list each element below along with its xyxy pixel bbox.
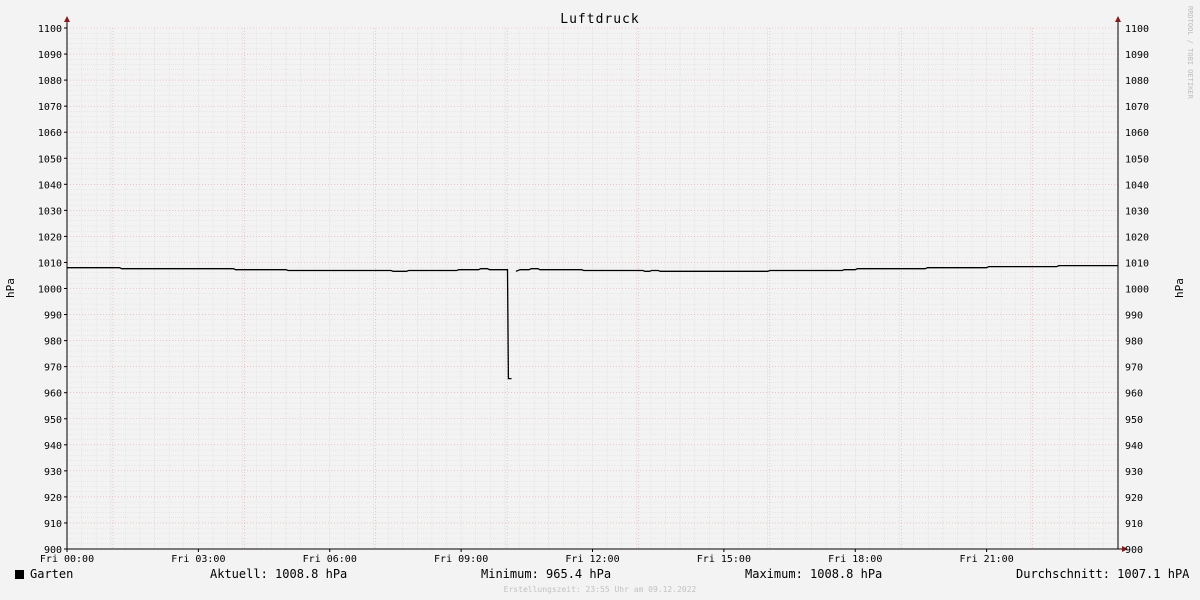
y-tick-label-left: 910 — [44, 519, 62, 530]
y-tick-label-right: 1100 — [1125, 24, 1149, 35]
y-tick-label-right: 1060 — [1125, 128, 1149, 139]
y-tick-label-left: 970 — [44, 363, 62, 374]
footer-timestamp: Erstellungszeit: 23:55 Uhr am 09.12.2022 — [503, 585, 697, 594]
y-tick-label-right: 1020 — [1125, 232, 1149, 243]
y-tick-label-left: 1060 — [38, 128, 62, 139]
x-tick-labels: Fri 00:00 Fri 03:00 Fri 06:00 Fri 09:00 Fri … — [40, 554, 1014, 565]
legend-series-name: Garten — [30, 567, 74, 581]
y-tick-label-left: 1030 — [38, 206, 62, 217]
y-axis-arrow-right — [1115, 16, 1121, 22]
y-tick-label-right: 980 — [1125, 337, 1143, 348]
y-tick-label-right: 940 — [1125, 441, 1143, 452]
x-tick-label: Fri 09:00 — [434, 554, 488, 565]
y-axis-label-right: hPa — [1173, 278, 1186, 298]
chart-title: Luftdruck — [560, 12, 639, 27]
watermark: RRDTOOL / TOBI OETIKER — [1186, 6, 1194, 100]
x-tick-label: Fri 03:00 — [171, 554, 225, 565]
y-tick-label-left: 1070 — [38, 102, 62, 113]
legend-aktuell: Aktuell: 1008.8 hPa — [210, 567, 348, 581]
y-tick-label-left: 960 — [44, 389, 62, 400]
x-tick-label: Fri 06:00 — [303, 554, 357, 565]
y-tick-label-right: 1050 — [1125, 154, 1149, 165]
y-tick-label-right: 900 — [1125, 545, 1143, 556]
x-tick-label: Fri 15:00 — [697, 554, 751, 565]
y-tick-label-right: 1080 — [1125, 76, 1149, 87]
legend-minimum: Minimum: 965.4 hPa — [481, 567, 612, 581]
y-tick-label-left: 1010 — [38, 258, 62, 269]
y-tick-label-right: 1070 — [1125, 102, 1149, 113]
y-tick-label-left: 1090 — [38, 50, 62, 61]
y-axis-label-left: hPa — [4, 278, 17, 298]
grid-layer — [67, 27, 1118, 550]
axis-layer — [64, 16, 1128, 552]
y-tick-label-left: 1050 — [38, 154, 62, 165]
y-tick-label-left: 930 — [44, 467, 62, 478]
y-tick-label-right: 960 — [1125, 389, 1143, 400]
y-tick-label-right: 1000 — [1125, 285, 1149, 296]
y-tick-label-right: 920 — [1125, 493, 1143, 504]
x-tick-label: Fri 21:00 — [960, 554, 1014, 565]
y-tick-label-right: 930 — [1125, 467, 1143, 478]
legend-durchschnitt: Durchschnitt: 1007.1 hPA — [1016, 567, 1190, 581]
y-tick-label-left: 990 — [44, 311, 62, 322]
y-tick-label-right: 910 — [1125, 519, 1143, 530]
x-tick-label: Fri 00:00 — [40, 554, 94, 565]
legend-maximum: Maximum: 1008.8 hPa — [745, 567, 883, 581]
chart-root: 900 900 910 910 920 920 930 930 940 940 950 950 960 9… — [0, 0, 1200, 600]
y-tick-label-left: 920 — [44, 493, 62, 504]
y-tick-label-left: 1080 — [38, 76, 62, 87]
y-tick-label-right: 990 — [1125, 311, 1143, 322]
y-tick-label-right: 950 — [1125, 415, 1143, 426]
y-tick-label-right: 1040 — [1125, 180, 1149, 191]
y-tick-label-left: 980 — [44, 337, 62, 348]
y-tick-label-right: 1030 — [1125, 206, 1149, 217]
y-tick-label-left: 950 — [44, 415, 62, 426]
y-tick-label-left: 1020 — [38, 232, 62, 243]
y-tick-label-left: 1100 — [38, 24, 62, 35]
chart-svg: 900 900910 910920 920930 930940 940950 950960 9… — [4, 6, 1194, 565]
y-tick-label-right: 1010 — [1125, 258, 1149, 269]
legend-swatch-garten — [15, 570, 24, 579]
x-tick-label: Fri 18:00 — [828, 554, 882, 565]
y-tick-label-right: 970 — [1125, 363, 1143, 374]
y-tick-label-left: 1000 — [38, 285, 62, 296]
y-axis-arrow-left — [64, 16, 70, 22]
y-tick-label-left: 1040 — [38, 180, 62, 191]
y-tick-label-right: 1090 — [1125, 50, 1149, 61]
y-tick-label-left: 940 — [44, 441, 62, 452]
x-tick-label: Fri 12:00 — [565, 554, 619, 565]
